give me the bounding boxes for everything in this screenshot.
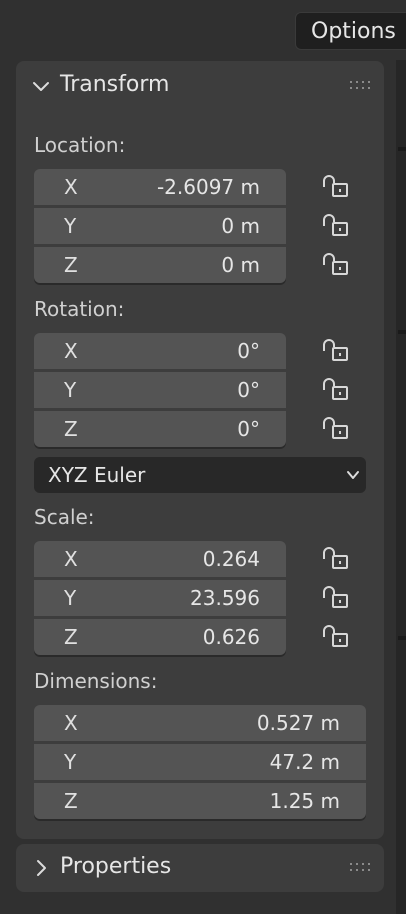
field-value: 47.2 m: [269, 750, 340, 774]
scale-label: Scale:: [34, 505, 95, 529]
axis-label: Z: [64, 417, 78, 441]
field-value: 0 m: [221, 214, 260, 238]
edge-tick: [398, 636, 406, 640]
chevron-right-icon: [37, 860, 46, 876]
rotation-y-field[interactable]: Y 0°: [34, 372, 286, 408]
unlocked-padlock-icon[interactable]: [318, 580, 354, 616]
field-value: 0°: [237, 417, 260, 441]
unlocked-padlock-icon[interactable]: [318, 169, 354, 205]
scale-x-field[interactable]: X 0.264: [34, 541, 286, 577]
unlocked-padlock-icon[interactable]: [318, 333, 354, 369]
axis-label: Y: [64, 586, 77, 610]
properties-panel-title: Properties: [60, 854, 172, 879]
dimensions-y-field[interactable]: Y 47.2 m: [34, 744, 366, 780]
drag-grip-icon[interactable]: [350, 863, 370, 873]
rotation-fields: X 0° Y 0° Z 0°: [34, 333, 286, 447]
transform-panel-title: Transform: [60, 72, 170, 97]
dimensions-fields: X 0.527 m Y 47.2 m Z 1.25 m: [34, 705, 366, 819]
axis-label: Y: [64, 378, 77, 402]
field-value: -2.6097 m: [156, 175, 260, 199]
field-value: 0 m: [221, 253, 260, 277]
scale-z-field[interactable]: Z 0.626: [34, 619, 286, 655]
axis-label: X: [64, 547, 78, 571]
viewport-edge: [396, 60, 406, 914]
edge-tick: [398, 330, 406, 334]
dimensions-z-field[interactable]: Z 1.25 m: [34, 783, 366, 819]
transform-panel-header[interactable]: Transform: [16, 61, 384, 113]
field-value: 1.25 m: [269, 789, 340, 813]
rotation-x-field[interactable]: X 0°: [34, 333, 286, 369]
edge-tick: [398, 147, 406, 151]
properties-panel-header[interactable]: Properties: [16, 844, 384, 892]
field-value: 23.596: [190, 586, 260, 610]
location-x-field[interactable]: X -2.6097 m: [34, 169, 286, 205]
location-fields: X -2.6097 m Y 0 m Z 0 m: [34, 169, 286, 283]
location-label: Location:: [34, 133, 126, 157]
rotation-mode-dropdown[interactable]: XYZ Euler: [34, 457, 366, 493]
unlocked-padlock-icon[interactable]: [318, 372, 354, 408]
field-value: 0°: [237, 339, 260, 363]
unlocked-padlock-icon[interactable]: [318, 247, 354, 283]
dimensions-label: Dimensions:: [34, 669, 158, 693]
chevron-down-icon: [347, 471, 359, 479]
axis-label: X: [64, 175, 78, 199]
dimensions-x-field[interactable]: X 0.527 m: [34, 705, 366, 741]
axis-label: Z: [64, 625, 78, 649]
unlocked-padlock-icon[interactable]: [318, 541, 354, 577]
axis-label: Z: [64, 253, 78, 277]
field-value: 0°: [237, 378, 260, 402]
field-value: 0.527 m: [256, 711, 340, 735]
location-y-field[interactable]: Y 0 m: [34, 208, 286, 244]
rotation-label: Rotation:: [34, 297, 125, 321]
options-label: Options: [311, 18, 396, 44]
axis-label: Y: [64, 214, 77, 238]
unlocked-padlock-icon[interactable]: [318, 411, 354, 447]
axis-label: X: [64, 339, 78, 363]
drag-grip-icon[interactable]: [350, 81, 370, 91]
scale-fields: X 0.264 Y 23.596 Z 0.626: [34, 541, 286, 655]
field-value: 0.264: [202, 547, 260, 571]
options-button[interactable]: Options: [295, 12, 406, 50]
properties-panel: Properties: [16, 844, 384, 892]
unlocked-padlock-icon[interactable]: [318, 619, 354, 655]
rotation-mode-value: XYZ Euler: [48, 463, 146, 487]
chevron-down-icon: [33, 82, 49, 91]
field-value: 0.626: [202, 625, 260, 649]
unlocked-padlock-icon[interactable]: [318, 208, 354, 244]
axis-label: Y: [64, 750, 77, 774]
axis-label: Z: [64, 789, 78, 813]
rotation-z-field[interactable]: Z 0°: [34, 411, 286, 447]
scale-y-field[interactable]: Y 23.596: [34, 580, 286, 616]
n-panel-sidebar: Options Transform Location: X -2.6097 m: [0, 0, 406, 914]
transform-panel: Transform Location: X -2.6097 m Y 0 m Z …: [16, 61, 384, 839]
axis-label: X: [64, 711, 78, 735]
location-z-field[interactable]: Z 0 m: [34, 247, 286, 283]
